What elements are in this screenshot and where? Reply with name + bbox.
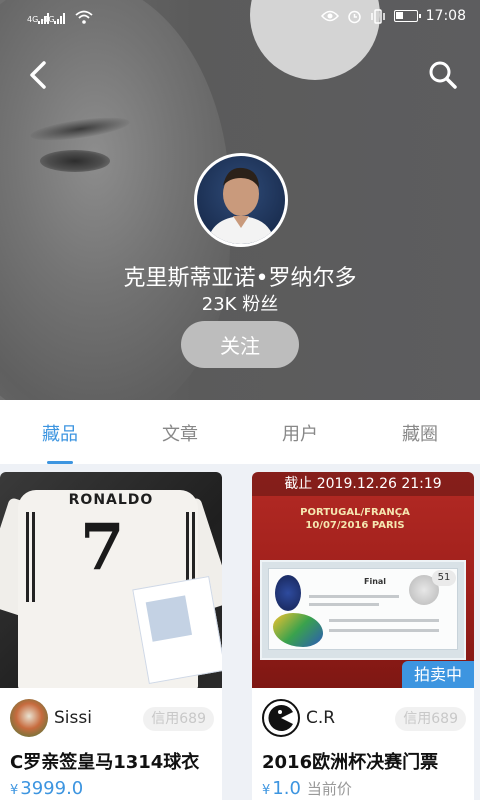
ticket-text-line	[329, 619, 439, 622]
tab-collections[interactable]: 藏品	[0, 400, 120, 464]
profile-screen: 4G 4G 17:08 克里斯蒂亚诺•罗纳尔多 23K 粉丝 关注 藏品 文章 …	[0, 0, 480, 800]
ticket-number-tag: 51	[432, 570, 456, 586]
currency-symbol: ¥	[262, 783, 271, 798]
seller-avatar[interactable]	[10, 699, 48, 737]
vibrate-icon	[370, 8, 385, 24]
profile-name: 克里斯蒂亚诺•罗纳尔多	[123, 266, 357, 291]
wifi-icon	[75, 10, 93, 24]
tab-bar: 藏品 文章 用户 藏圈	[0, 400, 480, 464]
jersey-stripe	[32, 512, 35, 602]
seller-name[interactable]: C.R	[306, 708, 335, 728]
item-card[interactable]: RONALDO 7 Sissi 信用689 C罗亲签皇马1314球衣 ¥3999…	[0, 472, 222, 800]
price-value: 3999.0	[20, 778, 84, 799]
header-photo-shade-2	[40, 150, 110, 172]
jersey-print-name: RONALDO	[68, 492, 154, 508]
network-label-1: 4G	[27, 15, 39, 24]
ticket-label: Final	[364, 577, 387, 586]
price-note: 当前价	[306, 780, 352, 798]
signal-icon-2	[54, 12, 66, 24]
credit-badge: 信用689	[395, 707, 466, 731]
ticket: Final	[268, 568, 458, 650]
pacman-logo-icon	[268, 705, 293, 731]
item-grid: RONALDO 7 Sissi 信用689 C罗亲签皇马1314球衣 ¥3999…	[0, 464, 480, 800]
ticket-graphic	[273, 613, 323, 647]
follow-button[interactable]: 关注	[181, 321, 299, 368]
currency-symbol: ¥	[10, 783, 19, 798]
ticket-text-line	[309, 603, 379, 606]
auction-status-badge: 拍卖中	[402, 661, 474, 688]
credit-badge: 信用689	[143, 707, 214, 731]
seller-avatar[interactable]	[262, 699, 300, 737]
auction-deadline: 截止 2019.12.26 21:19	[252, 472, 474, 496]
seller-info[interactable]: Sissi	[10, 698, 92, 738]
follower-count: 23K 粉丝	[201, 294, 279, 315]
profile-header: 4G 4G 17:08 克里斯蒂亚诺•罗纳尔多 23K 粉丝 关注	[0, 0, 480, 400]
item-title[interactable]: C罗亲签皇马1314球衣	[10, 748, 220, 774]
ticket-text-line	[309, 595, 399, 598]
seller-info[interactable]: C.R	[262, 698, 335, 738]
item-image-ticket[interactable]: PORTUGAL/FRANÇA 10/07/2016 PARIS Final 5…	[252, 472, 474, 688]
seller-name[interactable]: Sissi	[54, 708, 92, 728]
jersey-stripe	[26, 512, 29, 602]
item-card[interactable]: PORTUGAL/FRANÇA 10/07/2016 PARIS Final 5…	[252, 472, 474, 800]
status-bar: 4G 4G 17:08	[0, 0, 480, 36]
eye-icon	[320, 10, 339, 22]
item-image-jersey[interactable]: RONALDO 7	[0, 472, 222, 688]
jersey-print-number: 7	[80, 510, 125, 585]
euro-logo	[275, 575, 301, 611]
price-value: 1.0	[272, 778, 301, 799]
tab-circles[interactable]: 藏圈	[360, 400, 480, 464]
alarm-icon	[347, 10, 361, 23]
profile-avatar[interactable]	[194, 153, 288, 247]
status-right: 17:08	[320, 8, 466, 24]
network-label-2: 4G	[43, 15, 55, 24]
battery-icon	[393, 10, 421, 22]
back-icon[interactable]	[22, 58, 56, 92]
item-title[interactable]: 2016欧洲杯决赛门票	[262, 748, 472, 774]
tab-users[interactable]: 用户	[240, 400, 360, 464]
ticket-banner-text: PORTUGAL/FRANÇA 10/07/2016 PARIS	[300, 507, 410, 531]
ticket-text-line	[329, 629, 439, 632]
search-icon[interactable]	[426, 58, 460, 92]
tab-articles[interactable]: 文章	[120, 400, 240, 464]
status-time: 17:08	[425, 8, 466, 24]
item-price: ¥1.0 当前价	[262, 778, 352, 799]
avatar-portrait	[207, 167, 275, 244]
certificate-card	[132, 575, 222, 685]
item-price: ¥3999.0	[10, 778, 83, 799]
status-left: 4G 4G	[27, 10, 93, 24]
